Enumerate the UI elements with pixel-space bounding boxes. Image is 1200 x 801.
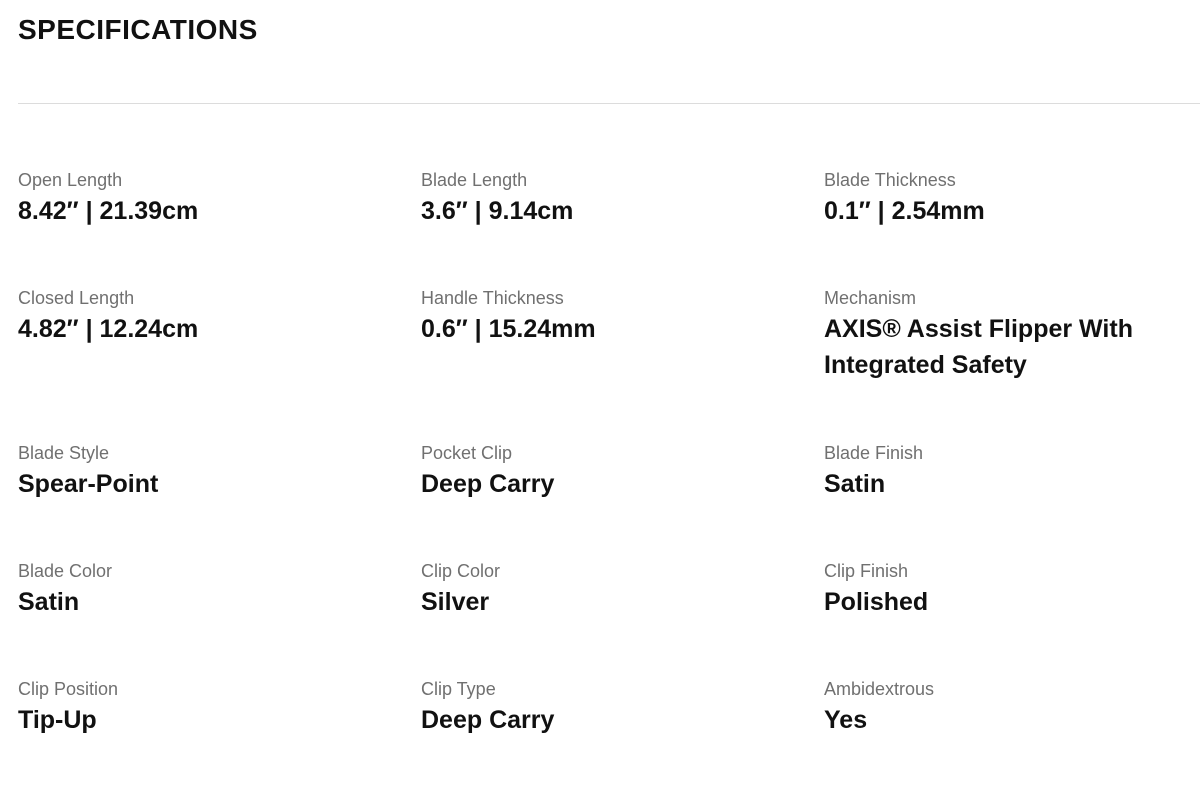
spec-value: Deep Carry: [421, 470, 555, 498]
spec-blade-color: Blade Color Satin: [18, 559, 421, 677]
spec-ambidextrous: Ambidextrous Yes: [824, 677, 1200, 777]
spec-clip-finish: Clip Finish Polished: [824, 559, 1200, 677]
spec-value: Yes: [824, 706, 868, 734]
spec-label: Blade Color: [18, 561, 113, 581]
spec-label: Closed Length: [18, 288, 135, 308]
spec-closed-length: Closed Length 4.82″ | 12.24cm: [18, 286, 421, 441]
spec-label: Pocket Clip: [421, 443, 513, 463]
spec-value: Spear-Point: [18, 470, 159, 498]
spec-label: Open Length: [18, 170, 123, 190]
spec-label: Clip Color: [421, 561, 501, 581]
spec-value: AXIS® Assist Flipper With Integrated Saf…: [824, 315, 1133, 379]
spec-value: 0.1″ | 2.54mm: [824, 197, 985, 225]
spec-row: Blade Style Spear-Point Pocket Clip Deep…: [18, 441, 1200, 559]
spec-blade-length: Blade Length 3.6″ | 9.14cm: [421, 168, 824, 286]
spec-value: Deep Carry: [421, 706, 555, 734]
spec-value: 3.6″ | 9.14cm: [421, 197, 574, 225]
spec-label: Ambidextrous: [824, 679, 935, 699]
spec-label: Clip Finish: [824, 561, 909, 581]
spec-blade-finish: Blade Finish Satin: [824, 441, 1200, 559]
spec-row: Closed Length 4.82″ | 12.24cm Handle Thi…: [18, 286, 1200, 441]
spec-label: Blade Finish: [824, 443, 924, 463]
spec-label: Handle Thickness: [421, 288, 564, 308]
spec-row: Open Length 8.42″ | 21.39cm Blade Length…: [18, 168, 1200, 286]
spec-label: Blade Length: [421, 170, 528, 190]
page-title: SPECIFICATIONS: [18, 14, 258, 45]
spec-mechanism: Mechanism AXIS® Assist Flipper With Inte…: [824, 286, 1200, 441]
spec-value: 4.82″ | 12.24cm: [18, 315, 199, 343]
spec-clip-color: Clip Color Silver: [421, 559, 824, 677]
spec-value: Tip-Up: [18, 706, 97, 734]
spec-value: Satin: [824, 470, 886, 498]
spec-label: Blade Style: [18, 443, 110, 463]
spec-label: Clip Position: [18, 679, 119, 699]
section-divider: [18, 103, 1200, 104]
spec-blade-style: Blade Style Spear-Point: [18, 441, 421, 559]
spec-label: Clip Type: [421, 679, 496, 699]
spec-row: Clip Position Tip-Up Clip Type Deep Carr…: [18, 677, 1200, 777]
spec-value: Silver: [421, 588, 490, 616]
spec-value: 0.6″ | 15.24mm: [421, 315, 596, 343]
spec-open-length: Open Length 8.42″ | 21.39cm: [18, 168, 421, 286]
spec-handle-thickness: Handle Thickness 0.6″ | 15.24mm: [421, 286, 824, 441]
spec-value: Polished: [824, 588, 929, 616]
spec-label: Blade Thickness: [824, 170, 956, 190]
spec-value: Satin: [18, 588, 80, 616]
spec-blade-thickness: Blade Thickness 0.1″ | 2.54mm: [824, 168, 1200, 286]
spec-clip-type: Clip Type Deep Carry: [421, 677, 824, 777]
spec-clip-position: Clip Position Tip-Up: [18, 677, 421, 777]
specifications-grid: Open Length 8.42″ | 21.39cm Blade Length…: [18, 168, 1200, 777]
spec-pocket-clip: Pocket Clip Deep Carry: [421, 441, 824, 559]
spec-row: Blade Color Satin Clip Color Silver Clip…: [18, 559, 1200, 677]
spec-label: Mechanism: [824, 288, 917, 308]
spec-value: 8.42″ | 21.39cm: [18, 197, 199, 225]
